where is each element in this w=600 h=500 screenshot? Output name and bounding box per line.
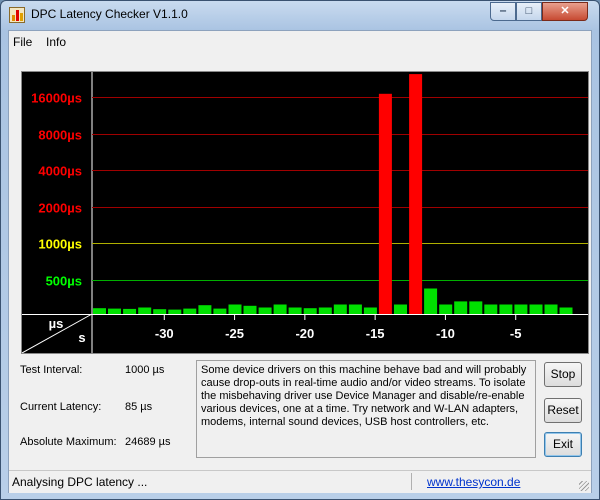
bar bbox=[424, 288, 438, 314]
absolute-maximum-label: Absolute Maximum: bbox=[20, 436, 117, 448]
bar bbox=[363, 307, 377, 314]
client-area: File Info 16000µs 8000µs 4000µs 2000µs 1000µ… bbox=[8, 30, 592, 493]
bar bbox=[514, 304, 528, 314]
test-interval-label: Test Interval: bbox=[20, 364, 83, 376]
x-tick-label: -15 bbox=[366, 326, 385, 341]
current-latency-label: Current Latency: bbox=[20, 401, 102, 413]
y-tick-label: 8000µs bbox=[38, 128, 82, 143]
y-tick-label: 500µs bbox=[46, 274, 82, 289]
bar bbox=[499, 304, 513, 314]
corner-label-us: µs bbox=[49, 316, 64, 331]
window-title: DPC Latency Checker V1.1.0 bbox=[31, 7, 188, 21]
test-interval-row: Test Interval: 1000 µs bbox=[9, 364, 189, 380]
bar bbox=[303, 308, 317, 314]
menu-bar: File Info bbox=[9, 31, 591, 53]
bar bbox=[123, 308, 137, 314]
y-tick-label: 4000µs bbox=[38, 164, 82, 179]
current-latency-value: 85 µs bbox=[125, 401, 153, 413]
menu-info[interactable]: Info bbox=[46, 35, 66, 49]
minimize-button[interactable]: ‒ bbox=[490, 2, 516, 21]
corner-label-s: s bbox=[78, 330, 85, 345]
x-tick-label: -5 bbox=[510, 326, 522, 341]
x-tick-label: -30 bbox=[155, 326, 174, 341]
app-window: DPC Latency Checker V1.1.0 ‒ □ ✕ File In… bbox=[0, 0, 600, 500]
y-tick-label: 1000µs bbox=[38, 237, 82, 252]
title-bar[interactable]: DPC Latency Checker V1.1.0 ‒ □ ✕ bbox=[1, 1, 599, 29]
bar bbox=[213, 308, 227, 314]
bar bbox=[243, 305, 257, 314]
latency-chart: 16000µs 8000µs 4000µs 2000µs 1000µs 500µs µs s -… bbox=[21, 71, 589, 354]
bar bbox=[333, 304, 347, 314]
bar bbox=[138, 307, 152, 314]
bar bbox=[168, 309, 182, 314]
app-logo-icon bbox=[9, 7, 25, 23]
bar bbox=[559, 307, 573, 314]
bar bbox=[394, 304, 407, 314]
exit-button[interactable]: Exit bbox=[544, 432, 582, 457]
x-tick-label: -10 bbox=[436, 326, 455, 341]
bar bbox=[544, 304, 558, 314]
x-tick-label: -25 bbox=[225, 326, 244, 341]
bar bbox=[198, 305, 212, 314]
bar bbox=[288, 307, 302, 314]
bar bbox=[469, 301, 483, 314]
bar bbox=[348, 304, 362, 314]
bar bbox=[529, 304, 543, 314]
description-text: Some device drivers on this machine beha… bbox=[196, 360, 536, 458]
bar bbox=[258, 307, 272, 314]
maximize-button[interactable]: □ bbox=[516, 2, 542, 21]
bar bbox=[454, 301, 468, 314]
bar bbox=[153, 309, 167, 314]
website-link[interactable]: www.thesycon.de bbox=[427, 475, 520, 489]
bar bbox=[439, 304, 453, 314]
bar bbox=[228, 304, 242, 314]
x-tick-label: -20 bbox=[295, 326, 314, 341]
y-tick-label: 2000µs bbox=[38, 201, 82, 216]
close-button[interactable]: ✕ bbox=[542, 2, 588, 21]
stop-button[interactable]: Stop bbox=[544, 362, 582, 387]
absolute-maximum-row: Absolute Maximum: 24689 µs bbox=[9, 436, 189, 452]
resize-grip[interactable] bbox=[579, 481, 589, 491]
menu-info-label: Info bbox=[46, 35, 67, 49]
bar bbox=[484, 304, 498, 314]
bar bbox=[378, 93, 392, 314]
reset-button[interactable]: Reset bbox=[544, 398, 582, 423]
bar bbox=[93, 308, 106, 314]
latency-chart-svg: 16000µs 8000µs 4000µs 2000µs 1000µs 500µs µss -… bbox=[22, 72, 588, 353]
absolute-maximum-value: 24689 µs bbox=[125, 436, 171, 448]
test-interval-value: 1000 µs bbox=[125, 364, 165, 376]
bar bbox=[273, 304, 287, 314]
bar bbox=[409, 74, 423, 314]
status-separator bbox=[411, 473, 412, 490]
bar bbox=[183, 308, 197, 314]
status-bar: Analysing DPC latency ... www.thesycon.d… bbox=[9, 470, 591, 493]
bar bbox=[318, 307, 332, 314]
y-tick-label: 16000µs bbox=[31, 91, 82, 106]
menu-file-label: File bbox=[13, 35, 33, 49]
status-text: Analysing DPC latency ... bbox=[12, 475, 148, 489]
bar bbox=[108, 308, 121, 314]
current-latency-row: Current Latency: 85 µs bbox=[9, 401, 189, 417]
menu-file[interactable]: File bbox=[13, 35, 32, 49]
